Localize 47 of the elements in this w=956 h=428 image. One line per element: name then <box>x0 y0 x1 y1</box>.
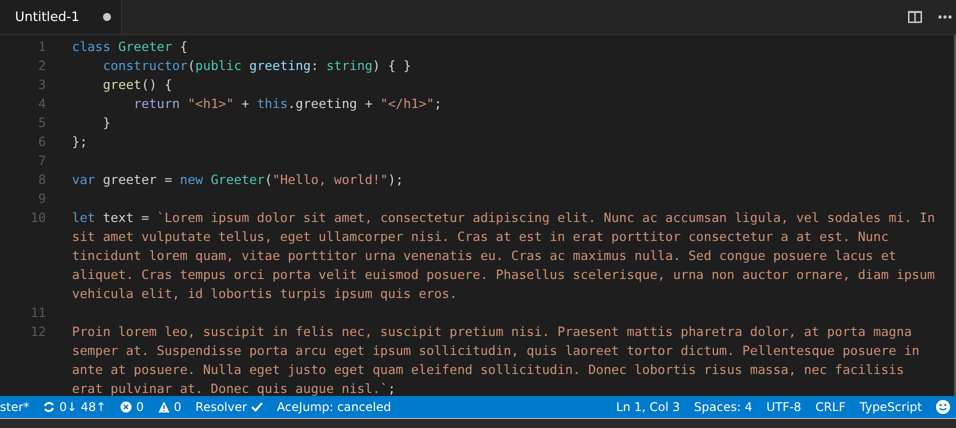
line-number: 10 <box>30 210 46 228</box>
line-number: 12 <box>30 324 46 342</box>
line-number: 3 <box>37 77 46 95</box>
code-line: erat pulvinar at. Donec quis augue nisl.`; <box>72 381 396 396</box>
code-line: return "<h1>" + this.greeting + "</h1>"; <box>132 96 442 114</box>
code-line: tincidunt lorem quam, vitae porttitor urna venenatis eu. Cras ac maximus nulla. Sed congue posuere lacus et <box>72 248 896 266</box>
status-item[interactable]: Ln 1, Col 3 <box>616 400 680 414</box>
smiley-icon[interactable] <box>936 400 950 414</box>
code-line: } <box>102 115 111 133</box>
status-item[interactable]: ster* <box>0 400 30 414</box>
code-line: var greeter = new Greeter("Hello, world!"); <box>72 172 404 190</box>
code-line: ante at posuere. Nulla eget justo eget quam eleifend sollicitudin. Donec lobortis risus massa, nec facilisis <box>72 362 904 380</box>
status-item[interactable]: 0↓ 48↑ <box>43 400 106 414</box>
code-line: }; <box>72 134 88 152</box>
line-number: 7 <box>37 153 46 171</box>
code-line: aliquet. Cras tempus orci porta velit euismod posuere. Phasellus scelerisque, urna non auctor ornare, diam ipsum <box>72 267 935 285</box>
status-item[interactable]: AceJump: canceled <box>276 400 392 414</box>
line-number: 1 <box>37 39 46 57</box>
editor-tab[interactable]: Untitled-1 <box>0 0 122 34</box>
status-item[interactable]: UTF-8 <box>766 400 802 414</box>
status-item[interactable]: 0 <box>120 400 144 414</box>
status-item[interactable]: TypeScript <box>860 400 922 414</box>
code-line: greet() { <box>102 77 172 95</box>
status-item[interactable]: Resolver <box>195 400 263 414</box>
line-number: 9 <box>37 191 46 209</box>
code-line: let text = `Lorem ipsum dolor sit amet, consectetur adipiscing elit. Nunc ac accumsan ligula, vel sodales mi. In <box>72 210 935 228</box>
line-number: 6 <box>37 134 46 152</box>
line-number: 11 <box>30 305 46 323</box>
line-number: 4 <box>37 96 46 114</box>
status-item[interactable]: Spaces: 4 <box>694 400 752 414</box>
error-icon <box>120 401 132 413</box>
code-line: Proin lorem leo, suscipit in felis nec, suscipit pretium nisi. Praesent mattis pharetra dolor, at porta magna <box>72 324 912 342</box>
split-editor-icon[interactable] <box>908 11 922 23</box>
sync-icon <box>43 401 56 413</box>
line-number: 8 <box>37 172 46 190</box>
warning-icon <box>158 401 170 413</box>
code-line: class Greeter { <box>72 39 188 57</box>
status-item[interactable]: CRLF <box>815 400 846 414</box>
code-line: vehicula elit, id lobortis turpis ipsum quis eros. <box>72 286 458 304</box>
check-icon <box>250 402 263 412</box>
code-line: sit amet vulputate tellus, eget ullamcorper nisi. Cras at est in erat porttitor consectetur a at est. Nunc <box>72 229 889 247</box>
code-line: constructor(public greeting: string) { } <box>102 58 412 76</box>
code-line: semper at. Suspendisse porta arcu eget ipsum sollicitudin, quis laoreet tortor dictum. Pellentesque posuere in <box>72 343 920 361</box>
status-item[interactable]: 0 <box>158 400 182 414</box>
line-number: 2 <box>37 58 46 76</box>
more-icon[interactable] <box>938 15 952 19</box>
line-number: 5 <box>37 115 46 133</box>
